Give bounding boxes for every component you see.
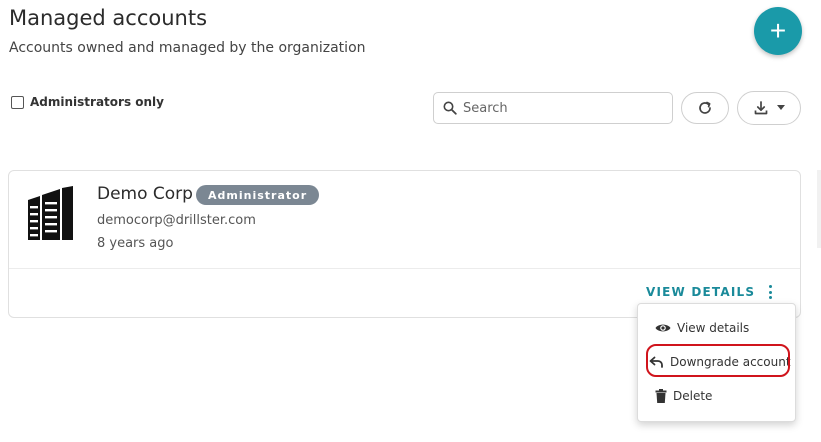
kebab-dot [768, 285, 772, 288]
card-divider [9, 268, 800, 269]
role-badge: Administrator [196, 185, 320, 205]
kebab-dot [768, 296, 772, 299]
search-icon [443, 101, 457, 115]
add-account-button[interactable]: + [754, 7, 802, 55]
undo-icon [649, 356, 663, 368]
more-options-button[interactable] [762, 282, 778, 302]
kebab-dot [768, 290, 772, 294]
menu-item-label: View details [677, 321, 750, 335]
search-input[interactable] [463, 100, 653, 116]
trash-icon [655, 389, 667, 403]
account-name: Demo Corp [97, 184, 193, 204]
export-dropdown-button[interactable] [737, 91, 801, 125]
administrators-only-checkbox[interactable] [11, 95, 24, 109]
download-icon [754, 101, 768, 115]
page-subtitle: Accounts owned and managed by the organi… [9, 40, 366, 56]
caret-down-icon [777, 105, 785, 110]
account-email: democorp@drillster.com [97, 213, 256, 228]
menu-item-label: Downgrade account [670, 355, 791, 369]
refresh-button[interactable] [681, 92, 729, 124]
account-actions-menu: View details Downgrade account Delete [637, 303, 796, 422]
menu-item-delete[interactable]: Delete [638, 381, 795, 411]
menu-item-downgrade-account[interactable]: Downgrade account [638, 347, 795, 377]
account-age: 8 years ago [97, 236, 174, 251]
menu-item-label: Delete [673, 389, 713, 403]
view-details-button[interactable]: VIEW DETAILS [646, 285, 755, 299]
eye-icon [655, 324, 671, 332]
menu-item-view-details[interactable]: View details [638, 313, 795, 343]
office-building-icon [28, 186, 73, 240]
page-title: Managed accounts [9, 6, 208, 30]
administrators-only-label: Administrators only [30, 95, 164, 109]
refresh-icon [699, 101, 711, 114]
administrators-only-filter[interactable]: Administrators only [11, 95, 164, 109]
search-box[interactable] [433, 92, 673, 124]
scroll-edge [817, 170, 821, 248]
